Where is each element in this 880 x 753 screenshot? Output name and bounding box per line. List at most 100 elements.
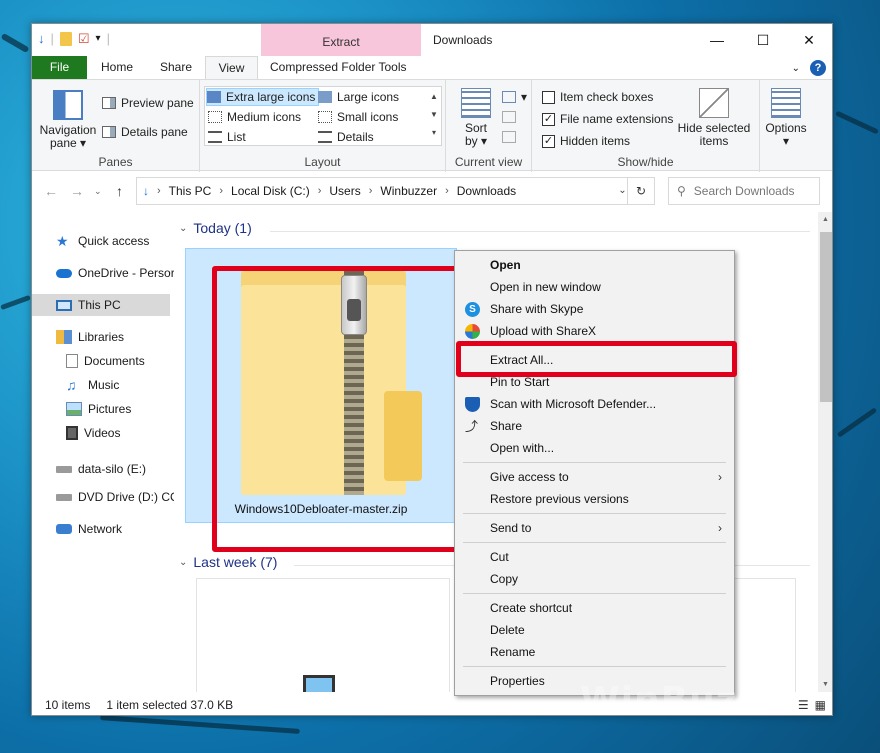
hide-selected-items-button[interactable]: Hide selected items xyxy=(676,88,752,148)
nav-label: Videos xyxy=(84,426,121,440)
nav-item-documents[interactable]: Documents xyxy=(32,350,174,372)
search-input[interactable]: Search Downloads xyxy=(694,184,795,198)
scroll-down-icon[interactable]: ▼ xyxy=(822,681,829,688)
menu-item-open-with[interactable]: Open with... xyxy=(455,437,734,459)
menu-item-label: Open in new window xyxy=(490,280,601,294)
nav-item-pictures[interactable]: Pictures xyxy=(32,398,174,420)
menu-item-open[interactable]: Open xyxy=(455,254,734,276)
size-columns-icon xyxy=(502,131,516,143)
nav-item-dvd-drive[interactable]: DVD Drive (D:) CC xyxy=(32,486,174,508)
tab-home[interactable]: Home xyxy=(87,56,147,79)
menu-item-give-access[interactable]: Give access to › xyxy=(455,466,734,488)
tab-compressed-folder-tools[interactable]: Compressed Folder Tools xyxy=(258,56,419,79)
forward-arrow-icon[interactable]: → xyxy=(70,183,84,199)
nav-item-libraries[interactable]: Libraries xyxy=(32,326,174,348)
breadcrumb-this-pc[interactable]: This PC xyxy=(169,184,212,198)
search-box[interactable]: ⚲ Search Downloads xyxy=(668,177,820,205)
options-button[interactable]: Options ▾ xyxy=(762,88,810,148)
file-name-extensions-toggle[interactable]: ✓ File name extensions xyxy=(542,110,673,128)
address-input[interactable]: ↓ › This PC › Local Disk (C:) › Users › … xyxy=(136,177,655,205)
large-icons-view-icon[interactable]: ▦ xyxy=(815,698,826,712)
menu-item-delete[interactable]: Delete xyxy=(455,619,734,641)
chevron-down-icon[interactable]: ⌄ xyxy=(792,63,800,74)
menu-item-create-shortcut[interactable]: Create shortcut xyxy=(455,597,734,619)
current-view-group: Sort by ▾ ▾ Current view xyxy=(446,80,532,172)
customize-qat-icon[interactable]: ▾ xyxy=(96,31,101,47)
menu-item-cut[interactable]: Cut xyxy=(455,546,734,568)
breadcrumb-users[interactable]: Users xyxy=(329,184,360,198)
videos-icon xyxy=(66,426,78,440)
group-by-button[interactable]: ▾ xyxy=(502,88,527,106)
nav-item-this-pc[interactable]: This PC xyxy=(32,294,170,316)
arrow-down-icon[interactable]: ↓ xyxy=(38,31,45,47)
highlight-box-file xyxy=(212,266,492,552)
item-check-boxes-toggle[interactable]: Item check boxes xyxy=(542,88,653,106)
minimize-icon[interactable]: — xyxy=(694,24,740,56)
menu-item-copy[interactable]: Copy xyxy=(455,568,734,590)
menu-item-share-skype[interactable]: S Share with Skype xyxy=(455,298,734,320)
tab-view[interactable]: View xyxy=(205,56,258,79)
nav-label: OneDrive - Persor xyxy=(78,266,174,280)
group-header-last-week[interactable]: ⌄ Last week (7) xyxy=(179,554,277,570)
menu-item-upload-sharex[interactable]: Upload with ShareX xyxy=(455,320,734,342)
menu-item-open-new-window[interactable]: Open in new window xyxy=(455,276,734,298)
layout-list[interactable]: List xyxy=(208,128,246,146)
preview-pane-button[interactable]: Preview pane xyxy=(102,94,194,112)
cloud-icon xyxy=(56,268,72,278)
up-arrow-icon[interactable]: ↑ xyxy=(116,183,123,199)
gallery-scroll[interactable]: ▲ ▼ ▾ xyxy=(428,88,440,142)
navigation-pane-button[interactable]: Navigation pane ▾ xyxy=(38,90,98,150)
nav-item-onedrive[interactable]: OneDrive - Persor xyxy=(32,262,174,284)
separator: | xyxy=(50,31,54,46)
hide-selected-label: Hide selected items xyxy=(677,121,751,148)
tab-share[interactable]: Share xyxy=(147,56,205,79)
ribbon: Navigation pane ▾ Preview pane Details p… xyxy=(32,79,832,172)
sort-by-label: Sort by xyxy=(464,121,487,148)
nav-item-network[interactable]: Network xyxy=(32,518,174,540)
add-columns-button[interactable] xyxy=(502,108,516,126)
refresh-icon[interactable]: ↻ xyxy=(627,177,655,205)
sort-by-button[interactable]: Sort by ▾ xyxy=(456,88,496,148)
nav-item-music[interactable]: ♫ Music xyxy=(32,374,174,396)
menu-item-restore-versions[interactable]: Restore previous versions xyxy=(455,488,734,510)
hidden-items-toggle[interactable]: ✓ Hidden items xyxy=(542,132,630,150)
layout-small-icons[interactable]: Small icons xyxy=(318,108,398,126)
menu-item-share[interactable]: ⤴ Share xyxy=(455,415,734,437)
scroll-up-icon[interactable]: ▲ xyxy=(822,216,829,223)
layout-large-icons[interactable]: Large icons xyxy=(318,88,399,106)
menu-item-rename[interactable]: Rename xyxy=(455,641,734,663)
layout-extra-large-icons[interactable]: Extra large icons xyxy=(206,88,320,106)
nav-label: Music xyxy=(88,378,120,392)
maximize-icon[interactable]: ☐ xyxy=(740,24,786,56)
close-icon[interactable]: ✕ xyxy=(786,24,832,56)
group-header-today[interactable]: ⌄ Today (1) xyxy=(179,220,252,236)
menu-separator xyxy=(463,513,726,514)
details-pane-button[interactable]: Details pane xyxy=(102,123,188,141)
nav-item-videos[interactable]: Videos xyxy=(32,422,174,444)
breadcrumb-local-disk[interactable]: Local Disk (C:) xyxy=(231,184,310,198)
menu-item-scan-defender[interactable]: Scan with Microsoft Defender... xyxy=(455,393,734,415)
size-columns-button[interactable] xyxy=(502,128,516,146)
tab-file[interactable]: File xyxy=(32,56,87,79)
nav-item-quick-access[interactable]: ★ Quick access xyxy=(32,230,174,252)
menu-item-label: Copy xyxy=(490,572,519,586)
breadcrumb-downloads[interactable]: Downloads xyxy=(457,184,516,198)
show-hide-group-label: Show/hide xyxy=(617,155,674,169)
vertical-scrollbar[interactable]: ▲ ▼ xyxy=(818,212,832,692)
folder-icon[interactable] xyxy=(59,32,72,46)
menu-item-label: Open with... xyxy=(490,441,555,455)
nav-item-data-silo[interactable]: data-silo (E:) xyxy=(32,458,174,480)
menu-item-send-to[interactable]: Send to › xyxy=(455,517,734,539)
file-item[interactable] xyxy=(196,578,450,692)
menu-item-label: Cut xyxy=(490,550,509,564)
layout-details[interactable]: Details xyxy=(318,128,374,146)
breadcrumb-winbuzzer[interactable]: Winbuzzer xyxy=(380,184,437,198)
properties-icon[interactable]: ☑ xyxy=(78,31,90,47)
nav-label: DVD Drive (D:) CC xyxy=(78,490,174,504)
help-icon[interactable]: ? xyxy=(810,60,826,76)
layout-medium-icons[interactable]: Medium icons xyxy=(208,108,301,126)
ribbon-right-controls: ⌄ ? xyxy=(792,60,826,76)
recent-locations-icon[interactable]: ⌄ xyxy=(94,186,102,197)
back-arrow-icon[interactable]: ← xyxy=(44,183,58,199)
scrollbar-thumb[interactable] xyxy=(820,232,832,402)
